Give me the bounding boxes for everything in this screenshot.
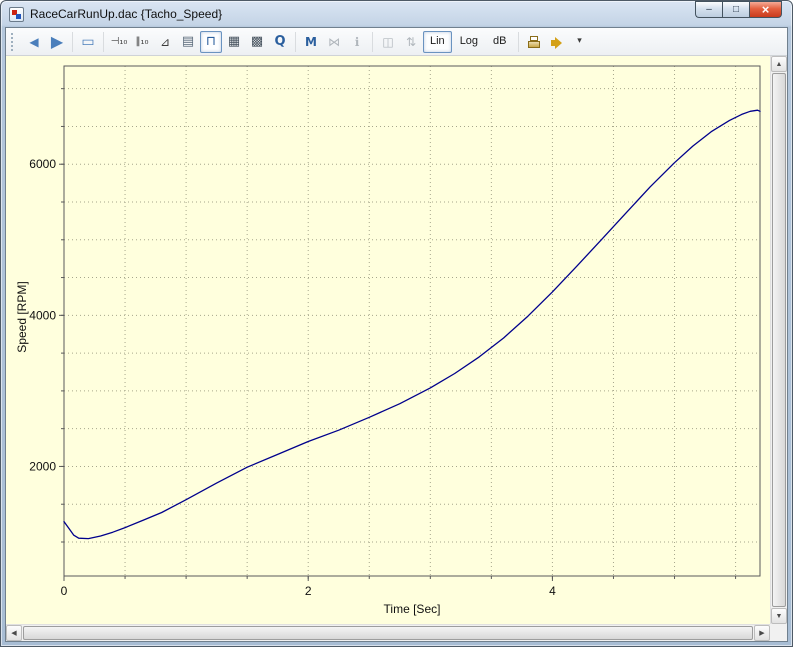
info-icon: ℹ [346, 31, 368, 53]
vertical-scrollbar[interactable]: ▲ ▼ [770, 56, 787, 624]
toolbar-separator [372, 32, 373, 52]
horizontal-scrollbar[interactable]: ◀ ▶ [6, 624, 770, 641]
maximize-button[interactable]: □ [722, 1, 749, 18]
step-plot-icon[interactable]: ⊓ [200, 31, 222, 53]
y-axis-scale-icon[interactable]: ‖₁₀ [131, 31, 153, 53]
vertical-scroll-thumb[interactable] [772, 73, 786, 607]
window-content: ◀▶▭⊣₁₀‖₁₀⊿▤⊓▦▩QM⋈ℹ◫⇅LinLogdB▾ 0242000400… [5, 27, 788, 642]
y-tick-label: 2000 [29, 459, 56, 473]
y-tick-label: 4000 [29, 308, 56, 322]
zoom-magnifier-icon[interactable]: Q [269, 31, 291, 53]
series-curve-Tacho_Speed [64, 110, 760, 538]
minimize-button[interactable]: – [695, 1, 722, 18]
x-axis-scale-icon[interactable]: ⊣₁₀ [108, 31, 130, 53]
scroll-down-button[interactable]: ▼ [771, 608, 787, 624]
scroll-up-button[interactable]: ▲ [771, 56, 787, 72]
print-icon[interactable] [523, 31, 545, 53]
toolbar-separator [295, 32, 296, 52]
app-icon [9, 7, 24, 22]
x-tick-label: 0 [61, 584, 68, 598]
close-button[interactable]: × [749, 1, 782, 18]
log-scale-button[interactable]: Log [453, 31, 485, 53]
toolbar-separator [518, 32, 519, 52]
plot-border [64, 66, 760, 576]
scrollbar-corner [770, 624, 787, 641]
marker-icon: ◫ [377, 31, 399, 53]
grid-lines-icon[interactable]: ▤ [177, 31, 199, 53]
zoom-grid-out-icon[interactable]: ▩ [246, 31, 268, 53]
cursor-m-icon[interactable]: M [300, 31, 322, 53]
db-scale-button[interactable]: dB [486, 31, 513, 53]
speaker-icon[interactable] [546, 31, 568, 53]
toolbar-drag-handle[interactable] [11, 33, 17, 51]
window-title: RaceCarRunUp.dac {Tacho_Speed} [30, 7, 222, 21]
scroll-right-button[interactable]: ▶ [754, 625, 770, 641]
zoom-grid-in-icon[interactable]: ▦ [223, 31, 245, 53]
y-tick-label: 6000 [29, 157, 56, 171]
titlebar[interactable]: RaceCarRunUp.dac {Tacho_Speed} [1, 1, 792, 27]
chart-area[interactable]: 0 2 4 2000 4000 6000 Speed [RPM] Time [Sec] [6, 56, 770, 624]
horizontal-scroll-thumb[interactable] [23, 626, 753, 640]
toolbar-separator [72, 32, 73, 52]
x-tick-label: 4 [549, 584, 556, 598]
toolbar-overflow-button[interactable]: ▾ [569, 31, 591, 53]
y-axis-title: Speed [RPM] [15, 282, 29, 353]
copy-display-icon[interactable]: ▭ [77, 31, 99, 53]
toolbar: ◀▶ ▭ ⊣₁₀‖₁₀⊿▤⊓▦▩QM⋈ℹ ◫⇅LinLogdB ▾ [6, 28, 787, 56]
cursor-link-icon: ⋈ [323, 31, 345, 53]
back-icon[interactable]: ◀ [23, 31, 45, 53]
toolbar-separator [103, 32, 104, 52]
anchor-cursor-icon: ⇅ [400, 31, 422, 53]
x-tick-label: 2 [305, 584, 312, 598]
app-window: RaceCarRunUp.dac {Tacho_Speed} – □ × ◀▶▭… [0, 0, 793, 647]
scroll-left-button[interactable]: ◀ [6, 625, 22, 641]
forward-icon[interactable]: ▶ [46, 31, 68, 53]
lin-scale-button[interactable]: Lin [423, 31, 452, 53]
x-axis-title: Time [Sec] [54, 602, 770, 616]
window-controls: – □ × [695, 1, 782, 18]
chart-svg: 0 2 4 2000 4000 6000 [6, 56, 770, 624]
swap-axes-icon[interactable]: ⊿ [154, 31, 176, 53]
